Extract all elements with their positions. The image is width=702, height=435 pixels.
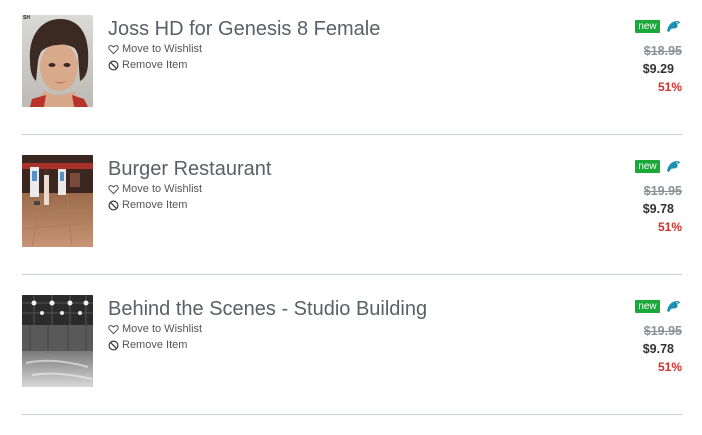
cart-item: Behind the Scenes - Studio Building Move…: [0, 295, 702, 435]
remove-label: Remove Item: [122, 339, 188, 351]
product-title[interactable]: Burger Restaurant: [108, 156, 271, 182]
original-price: $19.95: [643, 324, 682, 338]
studio-image: [22, 295, 93, 387]
portrait-image: [22, 15, 93, 107]
discount-percent: 51%: [657, 80, 682, 94]
original-price: $19.95: [643, 184, 682, 198]
daz-dragon-icon: [665, 19, 681, 33]
product-title[interactable]: Joss HD for Genesis 8 Female: [108, 16, 380, 42]
remove-item-link[interactable]: Remove Item: [108, 197, 187, 213]
wishlist-label: Move to Wishlist: [122, 323, 203, 335]
remove-label: Remove Item: [122, 59, 188, 71]
heart-outline-icon: [108, 323, 121, 336]
new-badge: new: [635, 160, 660, 173]
discount-percent: 51%: [657, 220, 682, 234]
daz-dragon-icon: [665, 159, 681, 173]
item-divider: [22, 414, 682, 415]
item-divider: [22, 134, 682, 135]
heart-outline-icon: [108, 43, 121, 56]
sale-price: $9.78: [642, 202, 674, 216]
wishlist-label: Move to Wishlist: [122, 183, 203, 195]
heart-outline-icon: [108, 183, 121, 196]
daz-dragon-icon: [665, 299, 681, 313]
no-entry-icon: [108, 59, 121, 72]
move-to-wishlist-link[interactable]: Move to Wishlist: [108, 41, 202, 57]
thumbnail-corner-label: SH: [23, 15, 30, 21]
new-badge: new: [635, 20, 660, 33]
move-to-wishlist-link[interactable]: Move to Wishlist: [108, 181, 202, 197]
original-price: $18.95: [643, 44, 682, 58]
restaurant-image: [22, 155, 93, 247]
product-title[interactable]: Behind the Scenes - Studio Building: [108, 296, 427, 322]
remove-item-link[interactable]: Remove Item: [108, 57, 187, 73]
remove-label: Remove Item: [122, 199, 188, 211]
cart-item: Burger Restaurant Move to Wishlist Remov…: [0, 155, 702, 295]
product-thumbnail[interactable]: [22, 155, 93, 247]
item-divider: [22, 274, 682, 275]
product-thumbnail[interactable]: [22, 295, 93, 387]
remove-item-link[interactable]: Remove Item: [108, 337, 187, 353]
move-to-wishlist-link[interactable]: Move to Wishlist: [108, 321, 202, 337]
sale-price: $9.29: [642, 62, 674, 76]
no-entry-icon: [108, 199, 121, 212]
cart-item-list: SH Joss HD for Genesis 8 Female Move to …: [0, 0, 702, 427]
cart-item: SH Joss HD for Genesis 8 Female Move to …: [0, 15, 702, 155]
wishlist-label: Move to Wishlist: [122, 43, 203, 55]
product-thumbnail[interactable]: SH: [22, 15, 93, 107]
discount-percent: 51%: [657, 360, 682, 374]
no-entry-icon: [108, 339, 121, 352]
new-badge: new: [635, 300, 660, 313]
sale-price: $9.78: [642, 342, 674, 356]
